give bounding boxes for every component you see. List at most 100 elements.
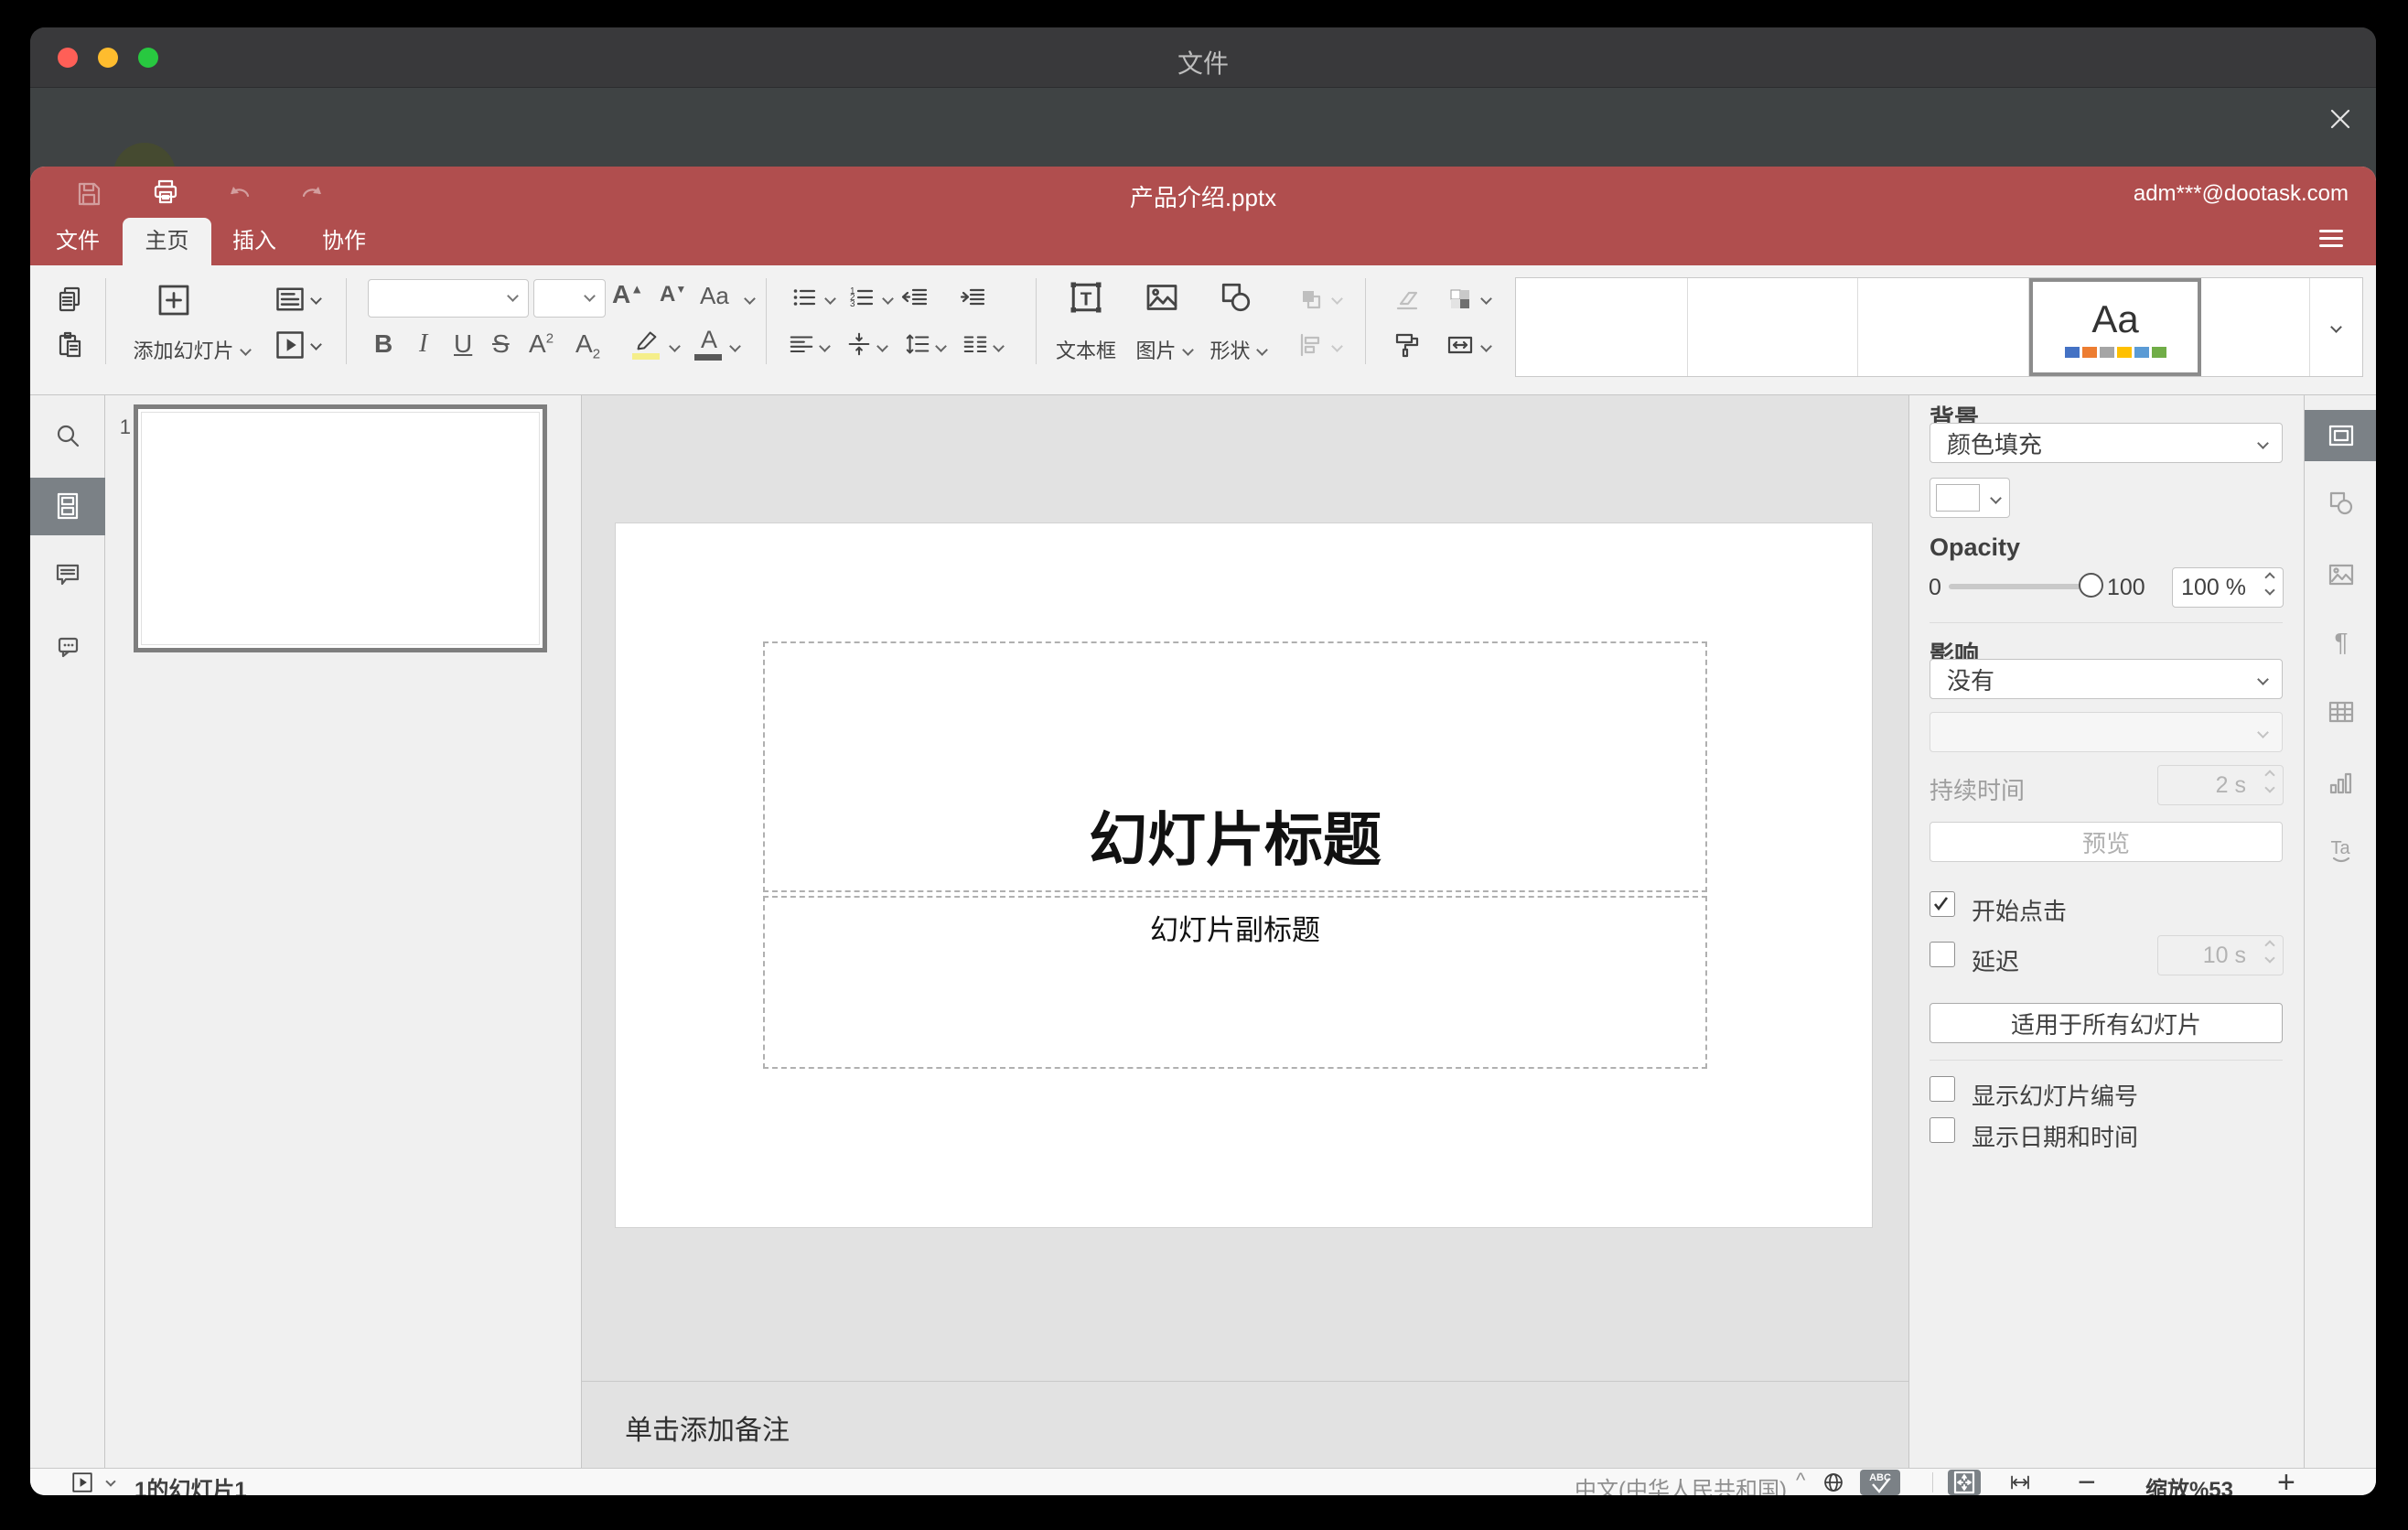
opacity-value-spinner[interactable]: 100 % — [2172, 567, 2284, 608]
decrease-font-button[interactable]: A▼ — [660, 282, 686, 307]
table-settings-button[interactable] — [2327, 697, 2356, 727]
increase-indent-button[interactable] — [958, 283, 987, 312]
theme-option-selected[interactable]: Aa — [2029, 278, 2201, 376]
slides-panel-button-active[interactable] — [30, 478, 105, 535]
theme-option[interactable] — [2201, 278, 2310, 376]
opacity-slider-track[interactable] — [1949, 584, 2086, 589]
search-button[interactable] — [53, 422, 82, 451]
zoom-out-button[interactable]: − — [2078, 1465, 2096, 1495]
document-language-button[interactable] — [1822, 1471, 1845, 1494]
caret-icon[interactable]: ^ — [1796, 1469, 1805, 1492]
chevron-down-icon[interactable] — [935, 340, 947, 352]
slide-surface[interactable]: 幻灯片标题 幻灯片副标题 — [615, 523, 1873, 1228]
decrease-indent-button[interactable] — [900, 283, 930, 312]
numbered-list-button[interactable]: 123 — [847, 283, 876, 312]
vertical-align-button[interactable] — [845, 330, 873, 358]
chevron-down-icon[interactable] — [993, 340, 1005, 352]
bold-button[interactable]: B — [374, 329, 392, 359]
clear-style-button[interactable] — [1392, 285, 1422, 314]
theme-option[interactable] — [1516, 278, 1688, 376]
slide-size-button[interactable] — [1446, 330, 1475, 360]
theme-option[interactable] — [1858, 278, 2029, 376]
chevron-down-icon[interactable] — [819, 340, 831, 352]
arrange-button[interactable] — [1296, 285, 1326, 314]
chat-button[interactable] — [53, 632, 82, 662]
delay-checkbox[interactable] — [1930, 942, 1955, 967]
chevron-down-icon[interactable] — [876, 340, 888, 352]
insert-textbox-label[interactable]: 文本框 — [1040, 335, 1132, 364]
opacity-slider-handle[interactable] — [2079, 573, 2103, 598]
tab-home[interactable]: 主页 — [123, 218, 211, 265]
align-objects-button[interactable] — [1296, 330, 1326, 360]
insert-shape-label[interactable]: 形状 — [1198, 335, 1278, 364]
chevron-down-icon[interactable] — [744, 293, 756, 305]
add-slide-label[interactable]: 添加幻灯片 — [118, 335, 264, 364]
chevron-down-icon[interactable] — [882, 293, 894, 305]
copy-style-button[interactable] — [1392, 330, 1422, 360]
image-settings-button[interactable] — [2327, 560, 2356, 589]
font-name-select[interactable] — [368, 279, 529, 318]
chevron-down-icon[interactable] — [729, 340, 741, 352]
background-fill-select[interactable]: 颜色填充 — [1930, 423, 2283, 463]
insert-image-label[interactable]: 图片 — [1123, 335, 1204, 364]
underline-button[interactable]: U — [454, 329, 472, 359]
start-on-click-checkbox[interactable] — [1930, 891, 1955, 917]
highlight-color-button[interactable] — [632, 328, 661, 361]
spinner-down-icon[interactable] — [2264, 585, 2275, 596]
tab-insert[interactable]: 插入 — [224, 218, 285, 265]
copy-button[interactable] — [55, 285, 84, 314]
chevron-down-icon[interactable] — [1480, 340, 1492, 352]
insert-image-button[interactable] — [1144, 279, 1180, 316]
theme-option[interactable] — [1688, 278, 1858, 376]
tab-collaboration[interactable]: 协作 — [314, 218, 374, 265]
duration-spinner[interactable]: 2 s — [2157, 765, 2284, 805]
italic-button[interactable]: I — [419, 329, 427, 359]
increase-font-button[interactable]: A▲ — [612, 280, 643, 309]
background-color-picker[interactable] — [1930, 478, 2010, 518]
chevron-down-icon[interactable] — [669, 340, 681, 352]
title-placeholder[interactable]: 幻灯片标题 — [763, 641, 1707, 892]
insert-shape-button[interactable] — [1218, 279, 1254, 316]
paste-button[interactable] — [56, 330, 85, 360]
textart-settings-button[interactable]: Ta — [2327, 836, 2356, 866]
effect-variant-select[interactable] — [1930, 712, 2283, 752]
fit-slide-button[interactable] — [1948, 1470, 1981, 1495]
language-status[interactable]: 中文(中华人民共和国) — [1512, 1471, 1787, 1495]
superscript-button[interactable]: A2 — [529, 329, 554, 359]
spellcheck-button[interactable]: ABC — [1860, 1470, 1900, 1495]
menu-button[interactable] — [2319, 225, 2343, 252]
chevron-down-icon[interactable] — [310, 339, 322, 350]
line-spacing-button[interactable] — [904, 330, 931, 358]
font-size-select[interactable] — [533, 279, 606, 318]
chart-settings-button[interactable] — [2327, 769, 2356, 798]
chevron-down-icon[interactable] — [824, 293, 836, 305]
horizontal-align-button[interactable] — [788, 330, 815, 358]
tab-file[interactable]: 文件 — [45, 218, 111, 265]
strikeout-button[interactable]: S — [492, 329, 510, 359]
slide-thumbnail-selected[interactable] — [134, 404, 547, 652]
slide-settings-button-active[interactable] — [2305, 410, 2376, 461]
fit-width-button[interactable] — [2008, 1471, 2032, 1494]
subtitle-placeholder[interactable]: 幻灯片副标题 — [763, 896, 1707, 1069]
apply-to-all-slides-button[interactable]: 适用于所有幻灯片 — [1930, 1003, 2283, 1043]
delay-spinner[interactable]: 10 s — [2157, 935, 2284, 975]
subscript-button[interactable]: A2 — [575, 329, 600, 362]
bullet-list-button[interactable] — [790, 283, 819, 312]
zoom-in-button[interactable]: + — [2277, 1465, 2295, 1495]
notes-area[interactable]: 单击添加备注 — [582, 1381, 1908, 1468]
comments-button[interactable] — [53, 560, 82, 589]
insert-textbox-button[interactable]: T — [1066, 277, 1106, 318]
spinner-up-icon[interactable] — [2264, 572, 2275, 583]
slide-layout-button[interactable] — [274, 283, 306, 316]
change-case-button[interactable]: Aa — [700, 282, 729, 310]
theme-gallery-expand-button[interactable] — [2310, 278, 2362, 376]
chevron-down-icon[interactable] — [105, 1476, 116, 1487]
preview-button[interactable]: 预览 — [1930, 822, 2283, 862]
show-datetime-checkbox[interactable] — [1930, 1117, 1955, 1143]
columns-button[interactable] — [962, 330, 989, 358]
start-slideshow-button[interactable] — [274, 329, 306, 361]
add-slide-button[interactable] — [156, 282, 192, 318]
shape-fill-button[interactable] — [1446, 285, 1475, 318]
paragraph-settings-button[interactable]: ¶ — [2327, 628, 2356, 657]
start-slideshow-status-button[interactable] — [70, 1471, 94, 1494]
